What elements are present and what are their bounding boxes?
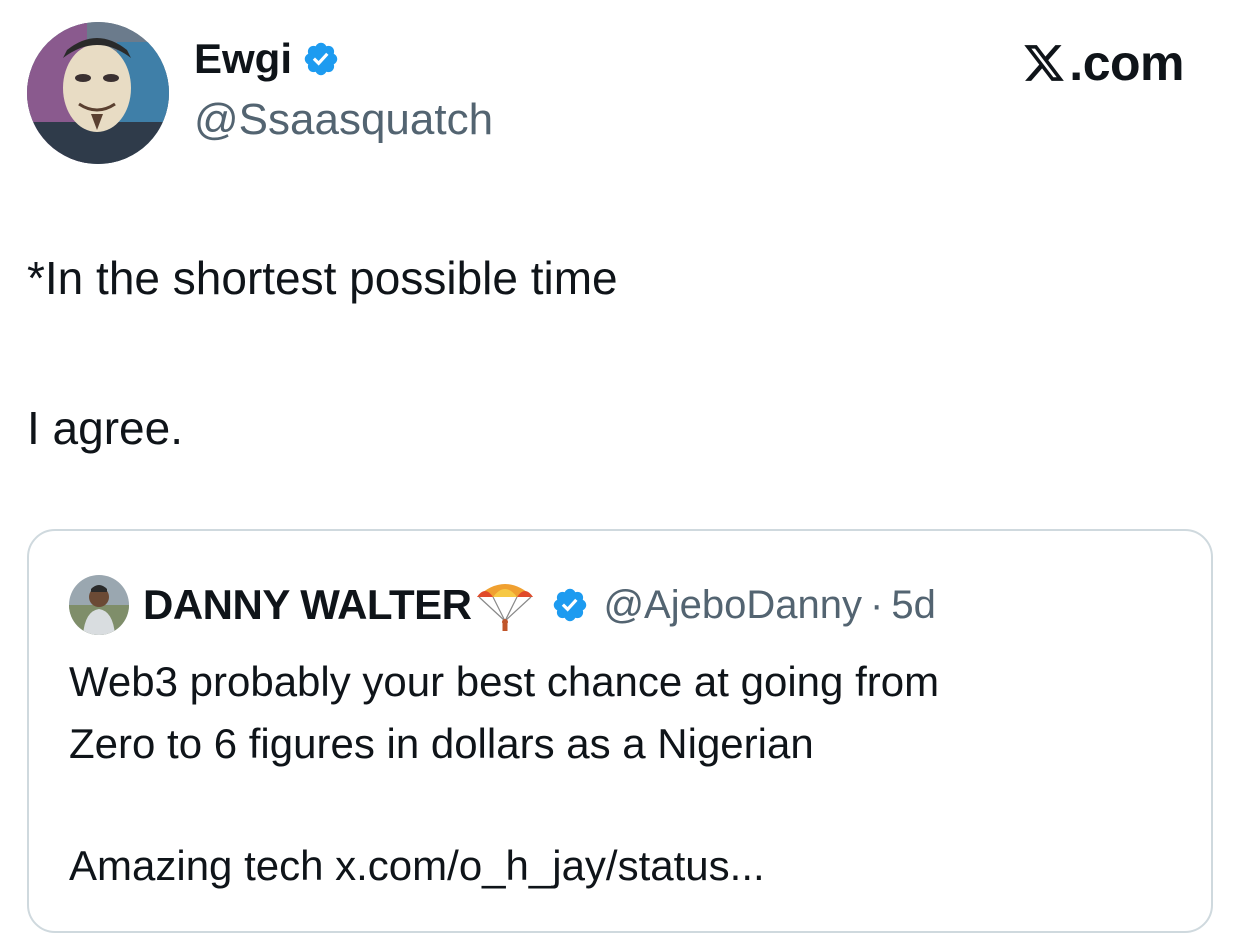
separator-dot: ·: [870, 583, 884, 627]
quoted-text-line-2: Zero to 6 figures in dollars as a Nigeri…: [69, 720, 814, 767]
quoted-author-avatar[interactable]: [69, 575, 129, 635]
quoted-author-name[interactable]: DANNY WALTER: [143, 584, 472, 626]
parachute-emoji-icon: [473, 577, 537, 633]
tweet-text-line-1: *In the shortest possible time: [27, 252, 618, 304]
quoted-text-line-1: Web3 probably your best chance at going …: [69, 658, 940, 705]
quoted-text-line-3[interactable]: Amazing tech x.com/o_h_jay/status...: [69, 845, 765, 887]
author-name-row: Ewgi: [194, 38, 340, 80]
tweet-text-line-2: I agree.: [27, 402, 183, 454]
x-logo-icon: [1021, 41, 1067, 85]
brand-text: .com: [1069, 35, 1184, 91]
verified-badge-icon: [302, 40, 340, 78]
quoted-timestamp[interactable]: 5d: [891, 585, 936, 625]
quoted-verified-badge-icon: [551, 586, 589, 624]
author-name[interactable]: Ewgi: [194, 38, 292, 80]
quoted-tweet-card[interactable]: DANNY WALTER @AjeboDanny · 5d Web3 proba…: [27, 529, 1213, 933]
brand-watermark: .com: [1021, 38, 1184, 88]
author-avatar[interactable]: [27, 22, 169, 164]
quoted-author-handle[interactable]: @AjeboDanny: [603, 585, 862, 625]
quoted-tweet-header: DANNY WALTER @AjeboDanny · 5d: [143, 577, 936, 633]
author-handle[interactable]: @Ssaasquatch: [194, 98, 493, 142]
